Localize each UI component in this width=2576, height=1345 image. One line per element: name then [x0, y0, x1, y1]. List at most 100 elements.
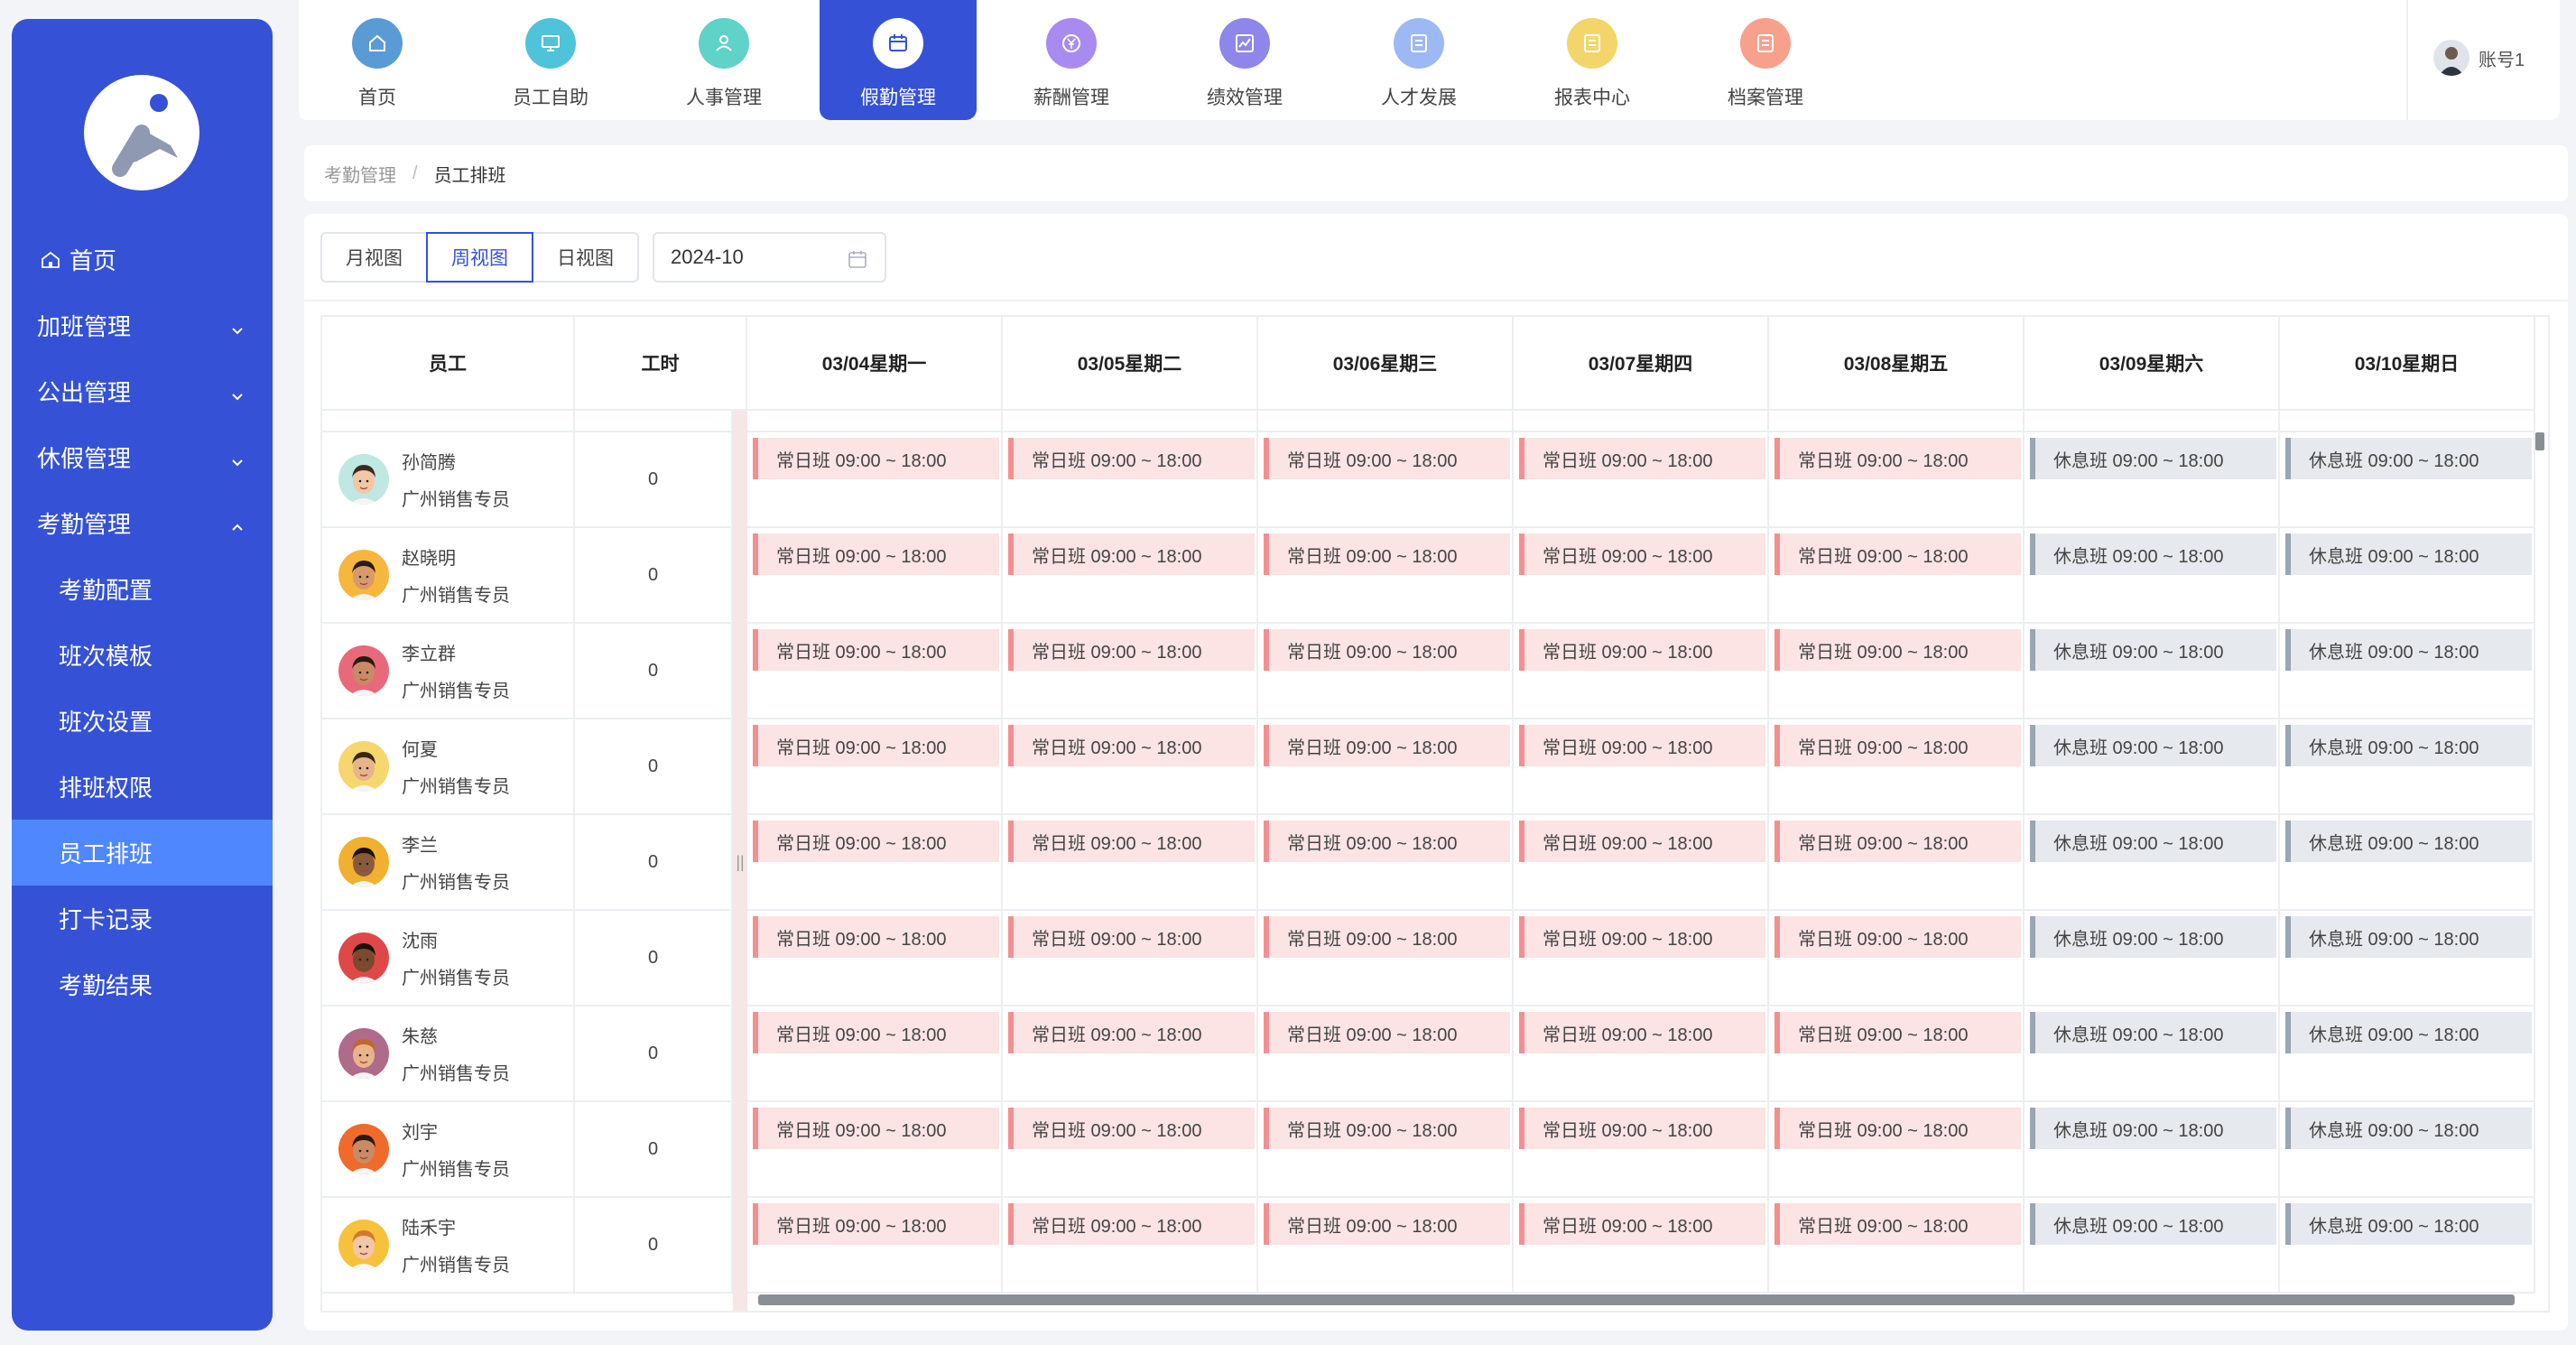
shift-cell[interactable]: 休息班 09:00 ~ 18:00: [2025, 1006, 2280, 1102]
nav-item-1[interactable]: 员工自助: [472, 0, 629, 120]
shift-cell[interactable]: 常日班 09:00 ~ 18:00: [1003, 911, 1258, 1006]
work-shift-tag[interactable]: 常日班 09:00 ~ 18:00: [1008, 1012, 1255, 1053]
shift-cell[interactable]: 常日班 09:00 ~ 18:00: [747, 911, 1003, 1006]
nav-item-6[interactable]: 人才发展: [1340, 0, 1497, 120]
shift-cell[interactable]: 常日班 09:00 ~ 18:00: [1514, 1102, 1769, 1198]
work-shift-tag[interactable]: 常日班 09:00 ~ 18:00: [753, 916, 999, 958]
rest-shift-tag[interactable]: 休息班 09:00 ~ 18:00: [2030, 916, 2276, 958]
sidebar-item-4[interactable]: 考勤管理: [12, 490, 273, 556]
rest-shift-tag[interactable]: 休息班 09:00 ~ 18:00: [2285, 821, 2532, 862]
sidebar-item-3[interactable]: 休假管理: [12, 424, 273, 490]
sidebar-item-0[interactable]: 首页: [12, 227, 273, 292]
shift-cell[interactable]: 休息班 09:00 ~ 18:00: [2025, 911, 2280, 1006]
shift-cell[interactable]: 常日班 09:00 ~ 18:00: [1003, 1198, 1258, 1294]
shift-cell[interactable]: 常日班 09:00 ~ 18:00: [1258, 911, 1514, 1006]
shift-cell[interactable]: 常日班 09:00 ~ 18:00: [1003, 815, 1258, 911]
account-menu[interactable]: 账号1: [2433, 40, 2525, 76]
shift-cell[interactable]: 休息班 09:00 ~ 18:00: [2280, 624, 2535, 719]
shift-cell[interactable]: 常日班 09:00 ~ 18:00: [747, 1102, 1003, 1198]
shift-cell[interactable]: 常日班 09:00 ~ 18:00: [1769, 1006, 2025, 1102]
shift-cell[interactable]: 常日班 09:00 ~ 18:00: [1258, 1006, 1514, 1102]
horizontal-scrollbar[interactable]: [747, 1291, 2525, 1307]
sidebar-item-7[interactable]: 班次设置: [12, 688, 273, 754]
sidebar-item-2[interactable]: 公出管理: [12, 358, 273, 424]
shift-cell[interactable]: 休息班 09:00 ~ 18:00: [2025, 528, 2280, 624]
shift-cell[interactable]: 休息班 09:00 ~ 18:00: [2280, 1198, 2535, 1294]
shift-cell[interactable]: 常日班 09:00 ~ 18:00: [1003, 719, 1258, 815]
shift-cell[interactable]: 常日班 09:00 ~ 18:00: [1514, 815, 1769, 911]
shift-cell[interactable]: 休息班 09:00 ~ 18:00: [2280, 1102, 2535, 1198]
work-shift-tag[interactable]: 常日班 09:00 ~ 18:00: [1264, 1203, 1510, 1245]
shift-cell[interactable]: 常日班 09:00 ~ 18:00: [1514, 1198, 1769, 1294]
shift-cell[interactable]: 常日班 09:00 ~ 18:00: [1514, 911, 1769, 1006]
shift-cell[interactable]: 常日班 09:00 ~ 18:00: [1258, 1198, 1514, 1294]
work-shift-tag[interactable]: 常日班 09:00 ~ 18:00: [1008, 821, 1255, 862]
nav-item-5[interactable]: 绩效管理: [1166, 0, 1323, 120]
work-shift-tag[interactable]: 常日班 09:00 ~ 18:00: [1264, 821, 1510, 862]
sidebar-item-8[interactable]: 排班权限: [12, 754, 273, 820]
rest-shift-tag[interactable]: 休息班 09:00 ~ 18:00: [2030, 1108, 2276, 1149]
shift-cell[interactable]: 常日班 09:00 ~ 18:00: [1258, 528, 1514, 624]
work-shift-tag[interactable]: 常日班 09:00 ~ 18:00: [1264, 1108, 1510, 1149]
work-shift-tag[interactable]: 常日班 09:00 ~ 18:00: [1264, 725, 1510, 766]
work-shift-tag[interactable]: 常日班 09:00 ~ 18:00: [753, 629, 999, 671]
shift-cell[interactable]: 常日班 09:00 ~ 18:00: [1769, 432, 2025, 528]
work-shift-tag[interactable]: 常日班 09:00 ~ 18:00: [1519, 1012, 1765, 1053]
shift-cell[interactable]: 常日班 09:00 ~ 18:00: [1003, 432, 1258, 528]
work-shift-tag[interactable]: 常日班 09:00 ~ 18:00: [753, 725, 999, 766]
shift-cell[interactable]: 常日班 09:00 ~ 18:00: [1003, 1102, 1258, 1198]
work-shift-tag[interactable]: 常日班 09:00 ~ 18:00: [753, 1108, 999, 1149]
shift-cell[interactable]: 常日班 09:00 ~ 18:00: [747, 1006, 1003, 1102]
work-shift-tag[interactable]: 常日班 09:00 ~ 18:00: [1519, 1108, 1765, 1149]
work-shift-tag[interactable]: 常日班 09:00 ~ 18:00: [1008, 438, 1255, 479]
rest-shift-tag[interactable]: 休息班 09:00 ~ 18:00: [2030, 1203, 2276, 1245]
shift-cell[interactable]: 常日班 09:00 ~ 18:00: [1514, 528, 1769, 624]
shift-cell[interactable]: 常日班 09:00 ~ 18:00: [1003, 1006, 1258, 1102]
work-shift-tag[interactable]: 常日班 09:00 ~ 18:00: [1008, 725, 1255, 766]
rest-shift-tag[interactable]: 休息班 09:00 ~ 18:00: [2285, 629, 2532, 671]
rest-shift-tag[interactable]: 休息班 09:00 ~ 18:00: [2285, 1203, 2532, 1245]
rest-shift-tag[interactable]: 休息班 09:00 ~ 18:00: [2030, 629, 2276, 671]
shift-cell[interactable]: 常日班 09:00 ~ 18:00: [1258, 719, 1514, 815]
shift-cell[interactable]: 常日班 09:00 ~ 18:00: [1258, 624, 1514, 719]
rest-shift-tag[interactable]: 休息班 09:00 ~ 18:00: [2285, 1108, 2532, 1149]
shift-cell[interactable]: 常日班 09:00 ~ 18:00: [1514, 1006, 1769, 1102]
work-shift-tag[interactable]: 常日班 09:00 ~ 18:00: [1774, 916, 2021, 958]
shift-cell[interactable]: 常日班 09:00 ~ 18:00: [1514, 624, 1769, 719]
view-button-1[interactable]: 周视图: [426, 232, 533, 283]
work-shift-tag[interactable]: 常日班 09:00 ~ 18:00: [753, 533, 999, 575]
shift-cell[interactable]: 常日班 09:00 ~ 18:00: [1769, 1198, 2025, 1294]
work-shift-tag[interactable]: 常日班 09:00 ~ 18:00: [1519, 438, 1765, 479]
work-shift-tag[interactable]: 常日班 09:00 ~ 18:00: [1774, 1012, 2021, 1053]
breadcrumb-parent[interactable]: 考勤管理: [324, 161, 396, 187]
shift-cell[interactable]: 休息班 09:00 ~ 18:00: [2280, 719, 2535, 815]
work-shift-tag[interactable]: 常日班 09:00 ~ 18:00: [1519, 1203, 1765, 1245]
shift-cell[interactable]: 常日班 09:00 ~ 18:00: [747, 719, 1003, 815]
work-shift-tag[interactable]: 常日班 09:00 ~ 18:00: [1774, 725, 2021, 766]
shift-cell[interactable]: 休息班 09:00 ~ 18:00: [2025, 432, 2280, 528]
work-shift-tag[interactable]: 常日班 09:00 ~ 18:00: [753, 821, 999, 862]
nav-item-0[interactable]: 首页: [299, 0, 456, 120]
shift-cell[interactable]: 常日班 09:00 ~ 18:00: [1258, 432, 1514, 528]
shift-cell[interactable]: 常日班 09:00 ~ 18:00: [747, 815, 1003, 911]
work-shift-tag[interactable]: 常日班 09:00 ~ 18:00: [1264, 438, 1510, 479]
shift-cell[interactable]: 休息班 09:00 ~ 18:00: [2280, 815, 2535, 911]
shift-cell[interactable]: 常日班 09:00 ~ 18:00: [1769, 624, 2025, 719]
shift-cell[interactable]: 休息班 09:00 ~ 18:00: [2025, 815, 2280, 911]
shift-cell[interactable]: 常日班 09:00 ~ 18:00: [1258, 1102, 1514, 1198]
work-shift-tag[interactable]: 常日班 09:00 ~ 18:00: [1774, 821, 2021, 862]
shift-cell[interactable]: 休息班 09:00 ~ 18:00: [2280, 1006, 2535, 1102]
work-shift-tag[interactable]: 常日班 09:00 ~ 18:00: [1264, 1012, 1510, 1053]
month-picker[interactable]: 2024-10: [653, 232, 886, 283]
shift-cell[interactable]: 常日班 09:00 ~ 18:00: [1514, 719, 1769, 815]
work-shift-tag[interactable]: 常日班 09:00 ~ 18:00: [753, 438, 999, 479]
shift-cell[interactable]: 常日班 09:00 ~ 18:00: [747, 1198, 1003, 1294]
rest-shift-tag[interactable]: 休息班 09:00 ~ 18:00: [2285, 1012, 2532, 1053]
shift-cell[interactable]: 常日班 09:00 ~ 18:00: [747, 624, 1003, 719]
nav-item-2[interactable]: 人事管理: [645, 0, 802, 120]
work-shift-tag[interactable]: 常日班 09:00 ~ 18:00: [1519, 629, 1765, 671]
work-shift-tag[interactable]: 常日班 09:00 ~ 18:00: [1008, 916, 1255, 958]
work-shift-tag[interactable]: 常日班 09:00 ~ 18:00: [1264, 533, 1510, 575]
shift-cell[interactable]: 休息班 09:00 ~ 18:00: [2025, 624, 2280, 719]
view-button-0[interactable]: 月视图: [320, 232, 428, 283]
